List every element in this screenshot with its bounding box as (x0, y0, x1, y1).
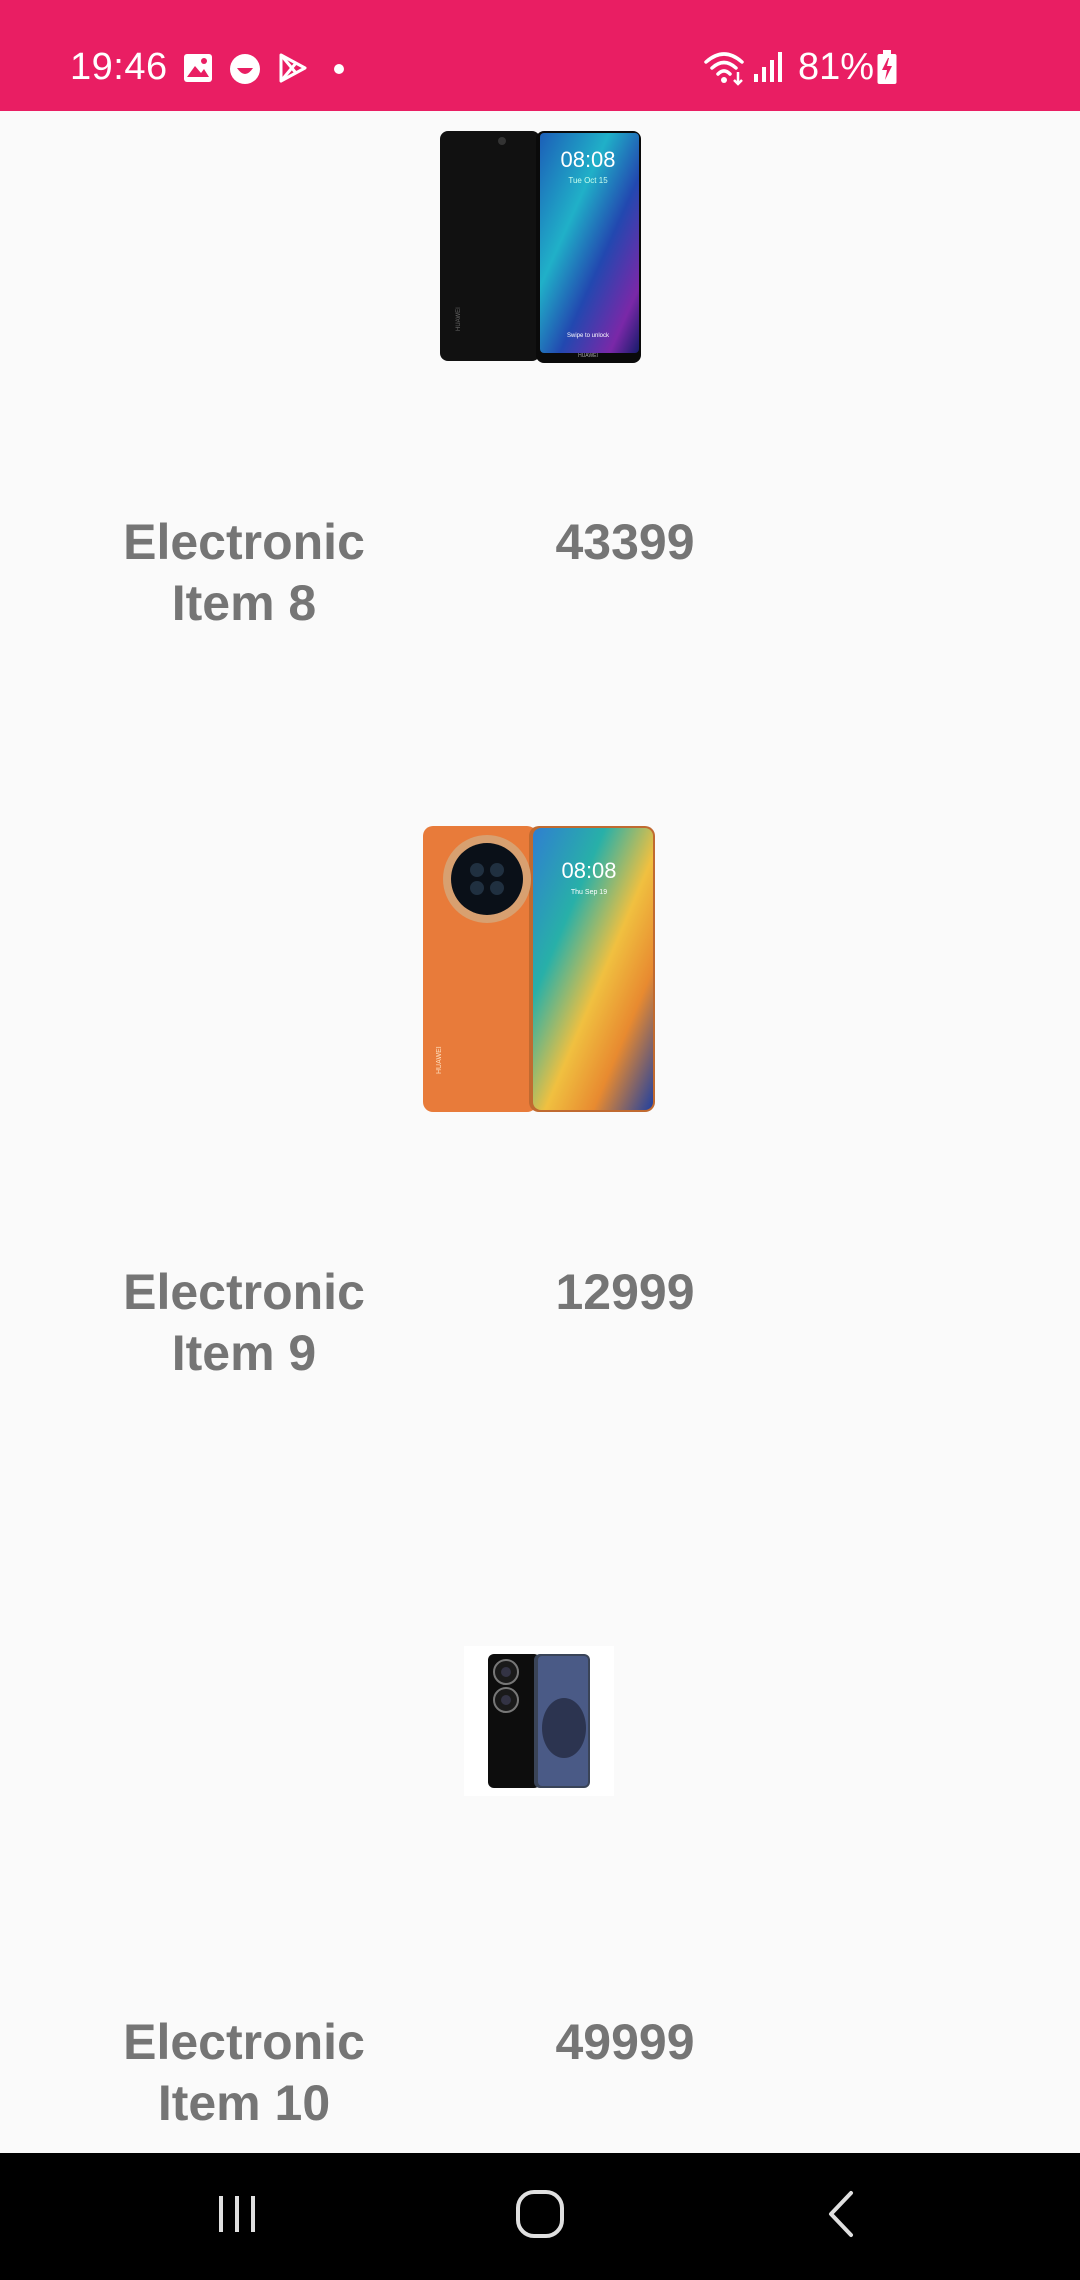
play-store-icon (277, 52, 309, 89)
status-time: 19:46 (70, 46, 168, 88)
back-icon (821, 2189, 861, 2244)
svg-text:HUAWEI: HUAWEI (456, 307, 462, 331)
home-button[interactable] (480, 2171, 600, 2261)
wifi-icon (704, 48, 748, 91)
svg-text:HUAWEI: HUAWEI (578, 353, 598, 359)
back-button[interactable] (781, 2171, 901, 2261)
svg-text:08:08: 08:08 (560, 147, 615, 172)
recent-apps-icon (215, 2192, 259, 2241)
product-image[interactable] (464, 1646, 614, 1801)
status-bar: 19:46 81% (0, 0, 1080, 111)
product-price: 43399 (555, 514, 695, 570)
product-price: 49999 (555, 2014, 695, 2070)
home-icon (515, 2189, 565, 2244)
product-image[interactable]: 08:08 Thu Sep 19 HUAWEI (421, 824, 657, 1119)
svg-text:HUAWEI: HUAWEI (436, 1046, 443, 1074)
svg-text:08:08: 08:08 (561, 858, 616, 883)
product-name: Electronic Item 9 (123, 1264, 365, 1381)
battery-charging-icon (876, 50, 898, 91)
product-name: Electronic Item 10 (123, 2014, 365, 2131)
notification-dot-icon (333, 62, 345, 80)
product-price: 12999 (555, 1264, 695, 1320)
gallery-icon (182, 52, 214, 89)
face-icon (228, 52, 262, 91)
navigation-bar (0, 2153, 1080, 2280)
product-image[interactable]: 08:08 Tue Oct 15 Swipe to unlock HUAWEI … (438, 131, 643, 368)
svg-text:Tue Oct 15: Tue Oct 15 (568, 176, 608, 185)
signal-icon (752, 50, 786, 89)
battery-percent: 81% (798, 46, 875, 88)
svg-text:Thu Sep 19: Thu Sep 19 (571, 889, 607, 896)
recent-apps-button[interactable] (177, 2171, 297, 2261)
svg-text:Swipe to unlock: Swipe to unlock (567, 333, 610, 339)
product-name: Electronic Item 8 (123, 514, 365, 631)
product-list[interactable]: 08:08 Tue Oct 15 Swipe to unlock HUAWEI … (0, 111, 1080, 2153)
